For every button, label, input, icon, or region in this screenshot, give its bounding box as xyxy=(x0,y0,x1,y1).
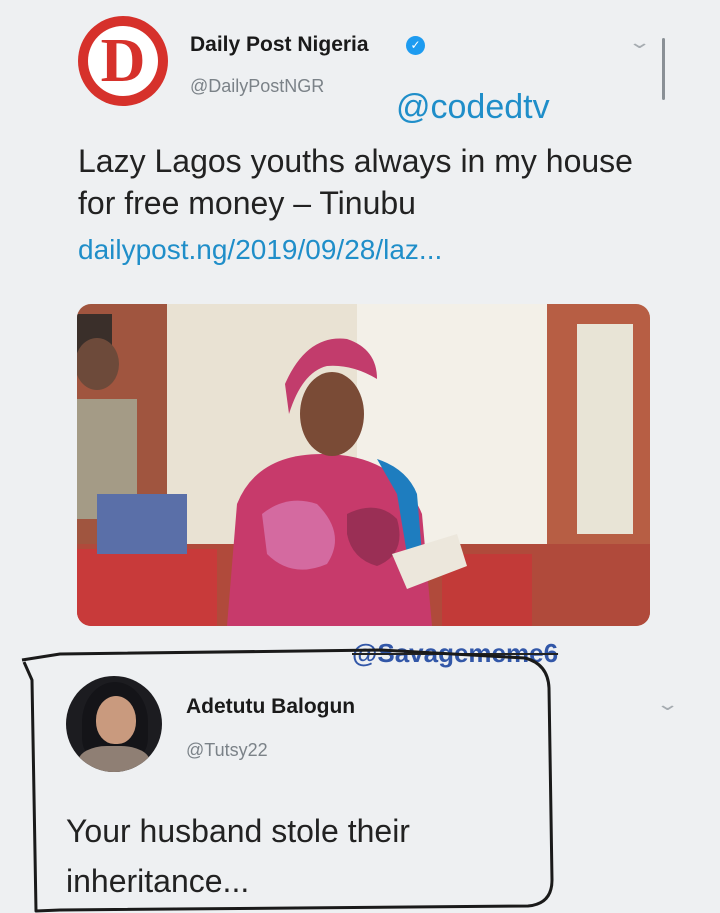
logo-letter: D xyxy=(88,26,158,96)
account-name[interactable]: Daily Post Nigeria xyxy=(190,33,369,57)
reply-account-name[interactable]: Adetutu Balogun xyxy=(186,695,355,719)
tweet-link[interactable]: dailypost.ng/2019/09/28/laz... xyxy=(78,234,442,266)
account-handle[interactable]: @DailyPostNGR xyxy=(190,76,324,97)
daily-post-logo[interactable]: D xyxy=(78,16,168,106)
tweet-media-photo[interactable] xyxy=(77,304,650,626)
tweet-card[interactable]: D Daily Post Nigeria ✓ @DailyPostNGR ⌄ @… xyxy=(0,0,720,640)
scrollbar[interactable] xyxy=(662,38,665,100)
reply-account-handle[interactable]: @Tutsy22 xyxy=(186,740,268,761)
avatar[interactable] xyxy=(66,676,162,772)
chevron-down-icon[interactable]: ⌄ xyxy=(627,32,651,53)
photo-illustration xyxy=(77,304,650,626)
tweet-text: Lazy Lagos youths always in my house for… xyxy=(78,143,633,221)
verified-badge-icon: ✓ xyxy=(406,36,425,55)
reply-tweet[interactable]: Adetutu Balogun @Tutsy22 ⌄ Your husband … xyxy=(0,640,720,913)
reply-text: Your husband stole their inheritance... xyxy=(66,813,410,899)
chevron-down-icon[interactable]: ⌄ xyxy=(655,694,679,715)
watermark-codedtv: @codedtv xyxy=(396,88,550,126)
